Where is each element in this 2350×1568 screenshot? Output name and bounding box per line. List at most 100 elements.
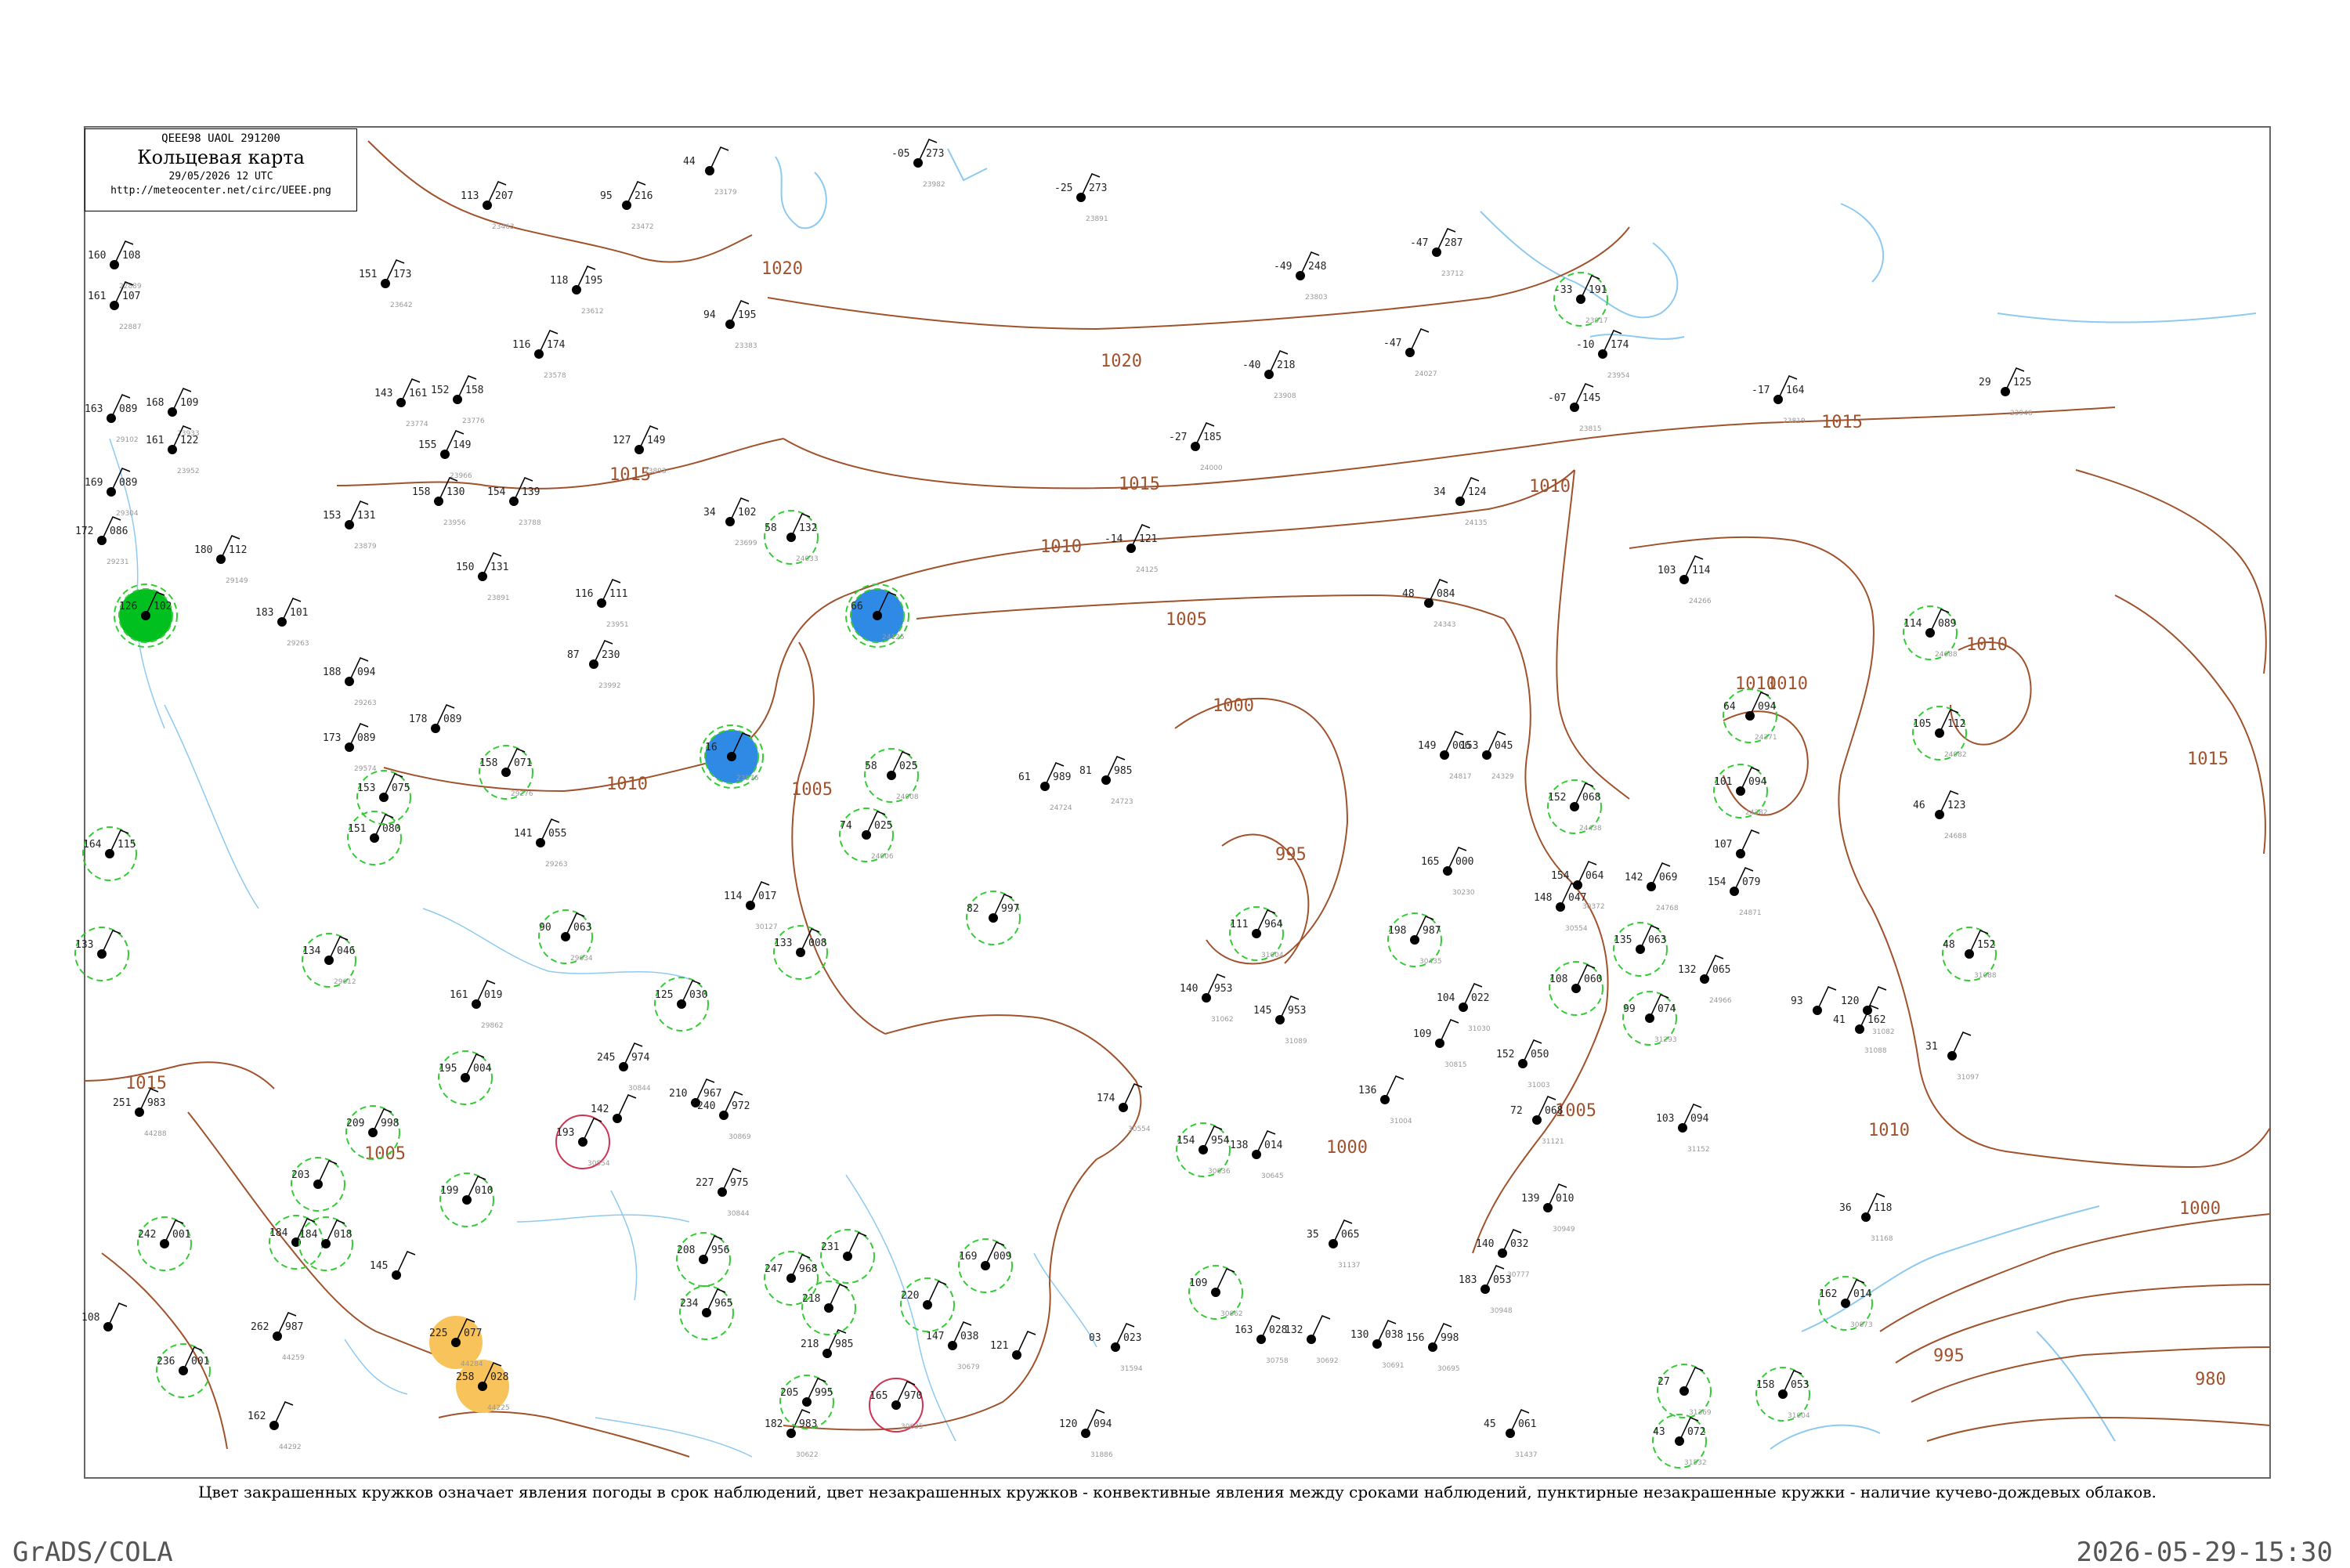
station-pressure: 102 — [738, 507, 756, 518]
isobar-label: 1000 — [1326, 1138, 1368, 1158]
station-pressure: 152 — [1977, 939, 1995, 951]
station-index: 23891 — [487, 594, 510, 602]
weather-station: 34 102 23699 — [703, 497, 757, 547]
station-temperature: 173 — [323, 732, 341, 744]
station-temperature: 130 — [1350, 1329, 1368, 1341]
station-index: 24724 — [1050, 804, 1072, 812]
station-pressure: 025 — [874, 820, 892, 832]
station-temperature: 156 — [1406, 1332, 1424, 1344]
station-temperature: 143 — [374, 388, 392, 399]
weather-station: 184 018 — [298, 1216, 353, 1271]
station-temperature: 236 — [157, 1356, 175, 1367]
station-temperature: 135 — [1614, 934, 1632, 946]
map-url[interactable]: http://meteocenter.net/circ/UEEE.png — [85, 185, 356, 197]
station-index: 30645 — [1261, 1172, 1284, 1180]
station-temperature: 121 — [990, 1340, 1008, 1352]
weather-station: 87 230 23992 — [567, 640, 621, 690]
station-temperature: 172 — [75, 526, 93, 537]
weather-station: 148 047 30554 — [1534, 883, 1588, 933]
station-pressure: 089 — [357, 732, 375, 744]
station-pressure: 001 — [191, 1356, 209, 1367]
station-index: 30622 — [796, 1451, 819, 1459]
weather-station: 231 — [820, 1229, 875, 1284]
station-pressure: 065 — [1712, 964, 1730, 976]
weather-station: -40 218 23908 — [1242, 350, 1296, 400]
station-pressure: 008 — [808, 938, 826, 949]
station-temperature: 147 — [926, 1331, 944, 1342]
station-pressure: 195 — [584, 275, 602, 287]
weather-station: 93 — [1791, 986, 1837, 1015]
isobar-label: 1010 — [1966, 635, 2008, 655]
station-temperature: 150 — [456, 562, 474, 573]
weather-station: 195 004 — [438, 1050, 493, 1105]
weather-station: 164 115 — [82, 826, 137, 881]
station-temperature: -10 — [1576, 339, 1594, 351]
station-temperature: 141 — [514, 828, 532, 840]
weather-station: 113 207 23463 — [461, 181, 515, 231]
station-pressure: 185 — [1203, 432, 1221, 443]
station-temperature: 227 — [696, 1177, 714, 1189]
station-temperature: 109 — [1413, 1028, 1431, 1040]
weather-station: 158 071 29276 — [479, 745, 533, 800]
station-temperature: 195 — [439, 1063, 457, 1075]
weather-station: 109 30815 — [1413, 1019, 1467, 1069]
station-temperature: 118 — [550, 275, 568, 287]
station-pressure: 115 — [118, 839, 136, 851]
station-temperature: 120 — [1059, 1418, 1077, 1430]
weather-station: -49 248 23803 — [1274, 251, 1328, 302]
isobar-label: 1020 — [761, 259, 803, 279]
station-temperature: 163 — [1235, 1324, 1253, 1336]
station-temperature: 29 — [1979, 377, 1991, 388]
station-temperature: 66 — [851, 601, 863, 612]
station-temperature: 208 — [677, 1245, 695, 1256]
weather-station: 36 118 31168 — [1839, 1193, 1893, 1243]
station-pressure: 001 — [172, 1229, 190, 1241]
station-index: 22887 — [119, 323, 142, 331]
station-index: 30636 — [1208, 1168, 1231, 1176]
station-temperature: 218 — [801, 1339, 819, 1350]
weather-station: 140 03230777 — [1476, 1229, 1530, 1279]
weather-station: 94 195 23383 — [703, 300, 757, 350]
station-index: 23578 — [544, 372, 566, 380]
station-temperature: 44 — [683, 156, 696, 168]
station-index: 29102 — [116, 436, 139, 444]
station-index: 31886 — [1090, 1451, 1113, 1459]
station-temperature: 45 — [1484, 1418, 1496, 1430]
station-temperature: -07 — [1548, 392, 1566, 404]
weather-station: 218 — [801, 1281, 856, 1335]
station-index: 24382 — [1745, 809, 1768, 817]
station-pressure: 094 — [1094, 1418, 1112, 1430]
station-index: 24688 — [1935, 651, 1958, 659]
station-index: 30949 — [1553, 1226, 1575, 1234]
station-pressure: 195 — [738, 309, 756, 321]
weather-station: 101 094 24382 — [1713, 764, 1768, 818]
weather-station: 165 970 30635 — [869, 1378, 924, 1433]
station-pressure: 273 — [926, 148, 944, 160]
isobars — [84, 140, 2271, 1458]
station-pressure: 061 — [1518, 1418, 1536, 1430]
station-pressure: 064 — [1585, 870, 1604, 882]
station-temperature: 148 — [1534, 892, 1552, 904]
weather-station: 162 44292 — [248, 1401, 302, 1451]
weather-station: 130 038 30691 — [1350, 1320, 1405, 1370]
station-temperature: 27 — [1658, 1376, 1670, 1388]
station-temperature: 99 — [1623, 1003, 1636, 1015]
station-temperature: 36 — [1839, 1202, 1852, 1214]
station-pressure: 216 — [634, 190, 653, 202]
station-pressure: 028 — [490, 1371, 508, 1383]
weather-station: 44 23179 — [683, 146, 737, 197]
station-temperature: 133 — [774, 938, 792, 949]
station-temperature: 153 — [323, 510, 341, 522]
weather-station: 152 050 31003 — [1496, 1039, 1550, 1089]
station-pressure: 072 — [1687, 1426, 1705, 1438]
station-temperature: 139 — [1521, 1193, 1539, 1205]
station-temperature: -33 — [1554, 284, 1572, 296]
weather-station: 133 008 — [773, 925, 828, 980]
station-index: 23819 — [1783, 417, 1806, 425]
station-pressure: 114 — [1692, 565, 1711, 576]
station-index: 24768 — [1656, 905, 1679, 912]
station-pressure: 047 — [1568, 892, 1586, 904]
station-temperature: 58 — [765, 522, 777, 534]
station-pressure: 017 — [758, 891, 776, 902]
weather-station: 108 060 — [1549, 961, 1603, 1016]
